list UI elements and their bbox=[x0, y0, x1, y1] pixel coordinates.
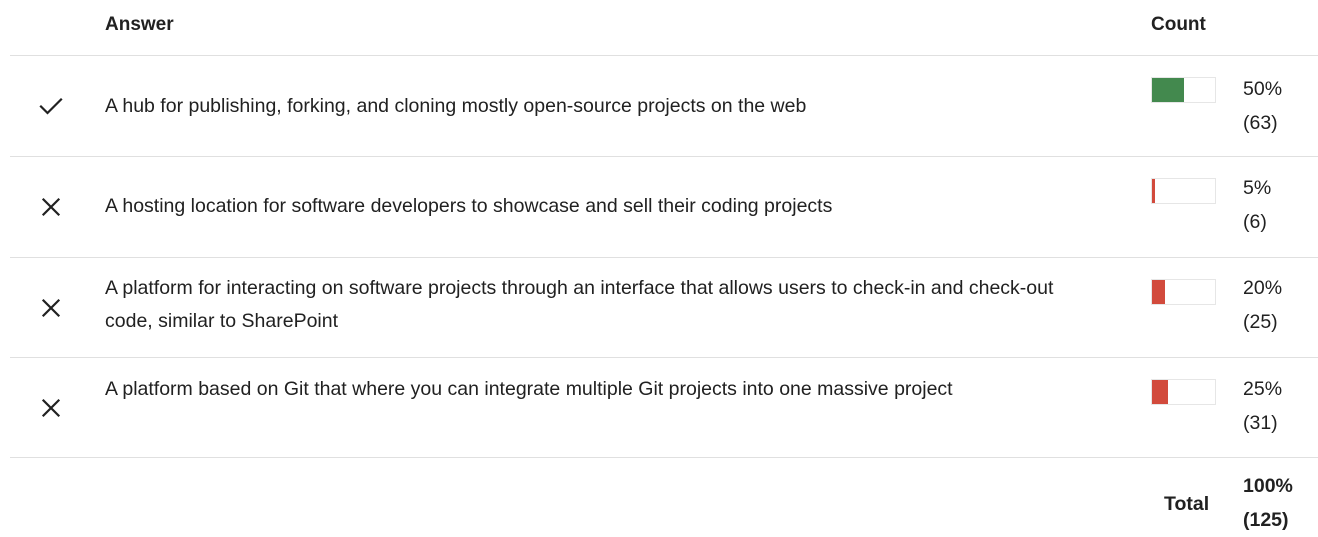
check-icon bbox=[36, 91, 66, 121]
close-icon bbox=[36, 293, 66, 323]
result-bar-fill bbox=[1152, 380, 1168, 404]
count-column-header: Count bbox=[1151, 14, 1206, 35]
count-label: (31) bbox=[1243, 412, 1278, 434]
count-label: (6) bbox=[1243, 211, 1267, 233]
total-count: (125) bbox=[1243, 509, 1289, 531]
answer-text: A hosting location for software develope… bbox=[105, 195, 833, 217]
percent-label: 50% bbox=[1243, 78, 1283, 100]
percent-label: 20% bbox=[1243, 277, 1283, 299]
count-label: (63) bbox=[1243, 112, 1278, 134]
result-bar bbox=[1151, 77, 1216, 103]
total-row: Total 100% (125) bbox=[0, 458, 1318, 537]
table-row: A hosting location for software develope… bbox=[0, 157, 1318, 257]
result-bar-fill bbox=[1152, 280, 1165, 304]
percent-label: 25% bbox=[1243, 378, 1283, 400]
result-bar bbox=[1151, 379, 1216, 405]
answer-text: A platform for interacting on software p… bbox=[105, 277, 1054, 332]
result-bar bbox=[1151, 279, 1216, 305]
answer-column-header: Answer bbox=[105, 14, 174, 35]
percent-label: 5% bbox=[1243, 177, 1272, 199]
close-icon bbox=[36, 393, 66, 423]
poll-results-table: Answer Count A hub for publishing, forki… bbox=[0, 0, 1318, 537]
table-row: A platform based on Git that where you c… bbox=[0, 358, 1318, 458]
table-row: A hub for publishing, forking, and cloni… bbox=[0, 56, 1318, 156]
answer-text: A hub for publishing, forking, and cloni… bbox=[105, 95, 807, 117]
table-row: A platform for interacting on software p… bbox=[0, 258, 1318, 358]
count-label: (25) bbox=[1243, 311, 1278, 333]
result-bar bbox=[1151, 178, 1216, 204]
total-label: Total bbox=[1164, 493, 1210, 515]
result-bar-fill bbox=[1152, 179, 1155, 203]
close-icon bbox=[36, 192, 66, 222]
answer-text: A platform based on Git that where you c… bbox=[105, 378, 953, 400]
result-bar-fill bbox=[1152, 78, 1184, 102]
total-percent: 100% bbox=[1243, 475, 1293, 497]
table-header: Answer Count bbox=[0, 0, 1318, 55]
